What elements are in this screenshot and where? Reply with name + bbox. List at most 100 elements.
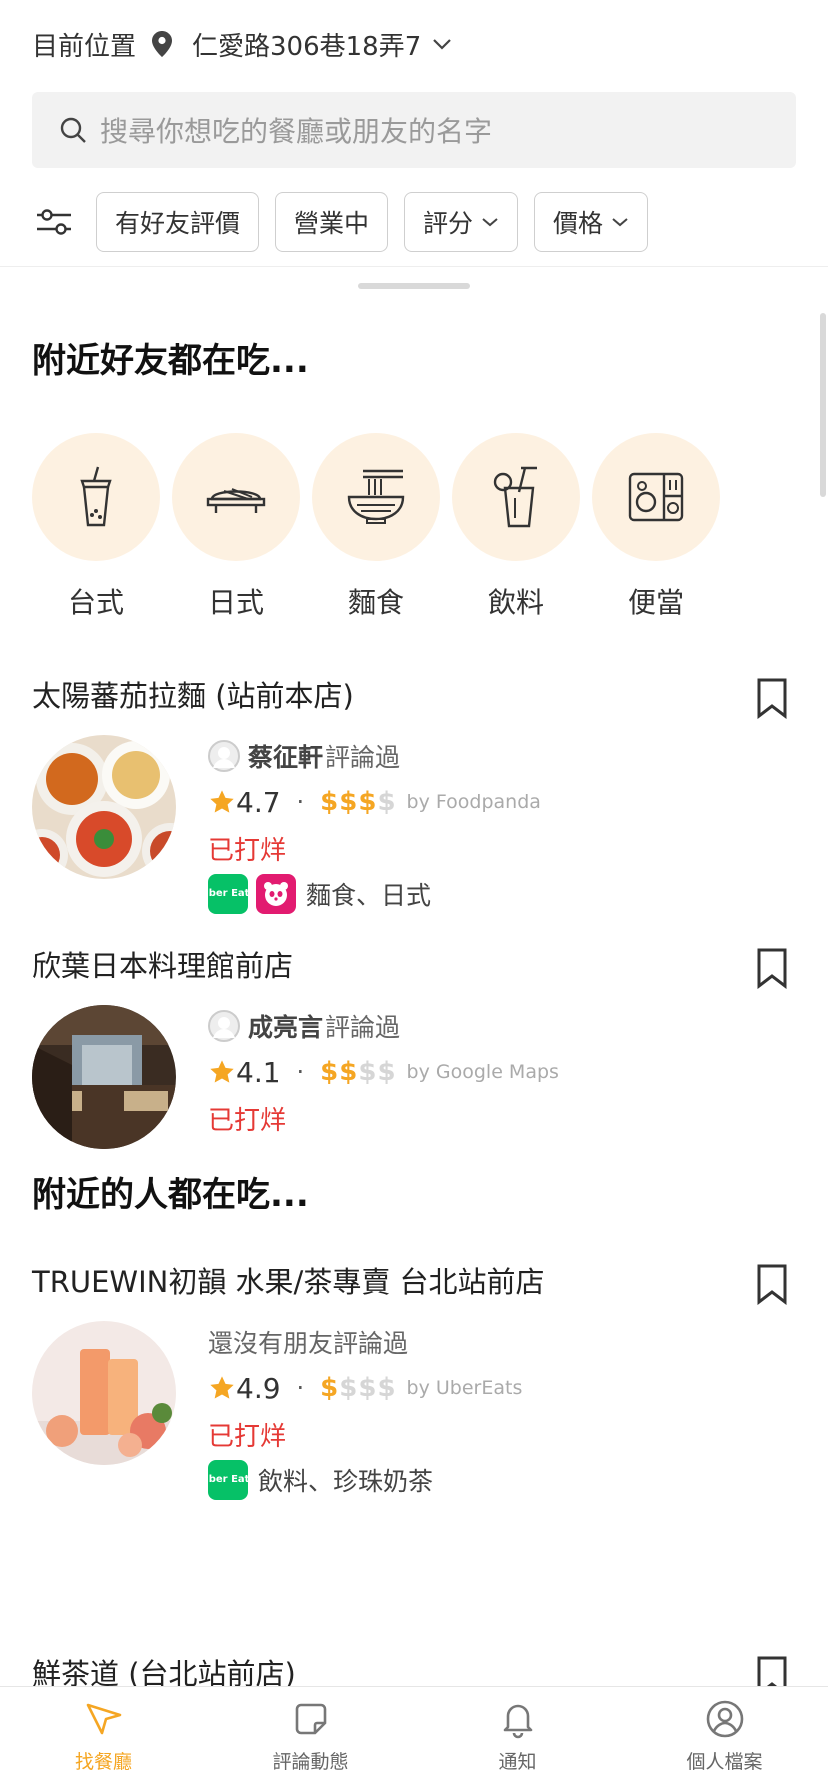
- tab-profile[interactable]: 個人檔案: [621, 1687, 828, 1792]
- foodpanda-logo-icon[interactable]: [256, 874, 296, 914]
- search-icon: [58, 115, 88, 145]
- restaurant-name: 欣葉日本料理館前店: [32, 949, 294, 983]
- search-placeholder: 搜尋你想吃的餐廳或朋友的名字: [100, 115, 493, 148]
- friends-section-title: 附近好友都在吃...: [32, 341, 309, 381]
- restaurant-photo: [32, 1005, 176, 1149]
- category-bento[interactable]: 便當: [592, 433, 720, 621]
- filter-chip-open-now[interactable]: 營業中: [275, 192, 389, 252]
- chevron-down-icon: [481, 216, 499, 228]
- address-text: 仁愛路306巷18弄7: [192, 31, 422, 62]
- open-status: 已打烊: [208, 835, 287, 866]
- separator-dot: ·: [296, 1374, 305, 1402]
- cuisine-tags: 麵食、日式: [306, 881, 432, 910]
- price-symbol: $: [339, 787, 359, 817]
- category-noodles[interactable]: 麵食: [312, 433, 440, 621]
- open-status: 已打烊: [208, 1105, 287, 1136]
- category-drinks[interactable]: 飲料: [452, 433, 580, 621]
- category-label: 台式: [67, 586, 124, 619]
- bookmark-icon[interactable]: [756, 677, 788, 723]
- bento-box-icon: [628, 472, 684, 522]
- price-symbol: $: [358, 787, 378, 817]
- bookmark-icon[interactable]: [756, 1263, 788, 1309]
- rating-row: 4.7 · $$$$ by Foodpanda: [208, 779, 541, 825]
- rating-source: by Foodpanda: [406, 791, 541, 813]
- star-icon: [208, 788, 236, 816]
- review-note-icon: [291, 1699, 331, 1739]
- price-level: $$$$: [320, 1057, 396, 1087]
- reviewer-name: 成亮言: [248, 1013, 324, 1042]
- bottom-tab-bar: 找餐廳 評論動態 通知 個人檔案: [0, 1686, 828, 1792]
- price-symbol: $: [377, 1373, 397, 1403]
- delivery-row: Uber Eats 飲料、珍珠奶茶: [201, 1457, 522, 1503]
- filter-bar: 有好友評價 營業中 評分 價格: [32, 192, 664, 252]
- drink-icon: [491, 466, 541, 528]
- price-symbol: $: [358, 1373, 378, 1403]
- results-sheet[interactable]: 附近好友都在吃... 台式 日式 麵食 飲料 便當 太陽蕃茄拉麵 (站前本店) …: [0, 266, 828, 1686]
- tab-find-restaurant[interactable]: 找餐廳: [0, 1687, 207, 1792]
- location-bar[interactable]: 目前位置 仁愛路306巷18弄7: [32, 26, 453, 62]
- review-row: 成亮言 評論過: [208, 1003, 559, 1049]
- category-taiwanese[interactable]: 台式: [32, 433, 160, 621]
- rating-value: 4.9: [236, 1371, 281, 1405]
- avatar: [208, 740, 240, 772]
- navigate-arrow-icon: [84, 1699, 124, 1739]
- tab-label: 通知: [498, 1751, 537, 1773]
- restaurant-info: 還沒有朋友評論過 4.9 · $$$$ by UberEats 已打烊 Uber…: [201, 1319, 523, 1503]
- bookmark-icon[interactable]: [756, 947, 788, 993]
- restaurant-info: 蔡征軒 評論過 4.7 · $$$$ by Foodpanda 已打烊 Uber…: [201, 733, 541, 917]
- rating-source: by UberEats: [406, 1377, 523, 1399]
- filter-chip-label: 價格: [553, 209, 604, 238]
- rating-source: by Google Maps: [406, 1061, 559, 1083]
- price-symbol: $: [377, 1057, 397, 1087]
- reviewer-name: 蔡征軒: [248, 743, 324, 772]
- noodle-bowl-icon: [345, 467, 407, 527]
- bell-icon: [498, 1699, 538, 1739]
- rating-value: 4.1: [236, 1055, 281, 1089]
- open-status: 已打烊: [208, 1421, 287, 1452]
- category-label: 便當: [627, 586, 684, 619]
- sliders-icon[interactable]: [32, 200, 76, 244]
- filter-chip-rating[interactable]: 評分: [404, 192, 519, 252]
- review-suffix: 評論過: [325, 743, 401, 772]
- chevron-down-icon: [611, 216, 629, 228]
- ubereats-logo-icon[interactable]: Uber Eats: [201, 874, 255, 914]
- price-symbol: $: [320, 1373, 340, 1403]
- tab-notifications[interactable]: 通知: [414, 1687, 621, 1792]
- rating-row: 4.1 · $$$$ by Google Maps: [208, 1049, 559, 1095]
- category-japanese[interactable]: 日式: [172, 433, 300, 621]
- price-symbol: $: [320, 1057, 340, 1087]
- filter-chip-price[interactable]: 價格: [534, 192, 649, 252]
- header: 目前位置 仁愛路306巷18弄7 搜尋你想吃的餐廳或朋友的名字 有好友評價 營業…: [0, 0, 828, 266]
- no-friend-review: 還沒有朋友評論過: [208, 1329, 409, 1358]
- category-label: 日式: [207, 586, 264, 619]
- rating-value: 4.7: [236, 785, 281, 819]
- bookmark-icon[interactable]: [756, 1655, 788, 1686]
- separator-dot: ·: [296, 788, 305, 816]
- sheet-drag-handle[interactable]: [358, 283, 470, 289]
- category-label: 麵食: [347, 586, 404, 619]
- filter-chip-label: 有好友評價: [115, 209, 241, 238]
- restaurant-name: 太陽蕃茄拉麵 (站前本店): [32, 679, 354, 713]
- cuisine-tags: 飲料、珍珠奶茶: [258, 1467, 434, 1496]
- filter-chip-label: 評分: [423, 209, 474, 238]
- restaurant-photo: [32, 735, 176, 879]
- ubereats-logo-icon[interactable]: Uber Eats: [201, 1460, 255, 1500]
- tab-label: 評論動態: [272, 1751, 349, 1773]
- filter-chip-friend-reviewed[interactable]: 有好友評價: [96, 192, 260, 252]
- chevron-down-icon[interactable]: [431, 37, 453, 51]
- delivery-row: Uber Eats 麵食、日式: [201, 871, 541, 917]
- separator-dot: ·: [296, 1058, 305, 1086]
- filter-chip-label: 營業中: [294, 209, 370, 238]
- sushi-icon: [204, 477, 268, 517]
- review-row: 蔡征軒 評論過: [208, 733, 541, 779]
- search-input[interactable]: 搜尋你想吃的餐廳或朋友的名字: [32, 92, 796, 168]
- price-level: $$$$: [320, 787, 396, 817]
- nearby-section-title: 附近的人都在吃...: [32, 1175, 309, 1215]
- location-pin-icon: [150, 30, 174, 58]
- avatar: [208, 1010, 240, 1042]
- restaurant-info: 成亮言 評論過 4.1 · $$$$ by Google Maps 已打烊: [208, 1003, 559, 1141]
- price-symbol: $: [339, 1057, 359, 1087]
- tab-label: 個人檔案: [686, 1751, 763, 1773]
- price-symbol: $: [377, 787, 397, 817]
- tab-review-feed[interactable]: 評論動態: [207, 1687, 414, 1792]
